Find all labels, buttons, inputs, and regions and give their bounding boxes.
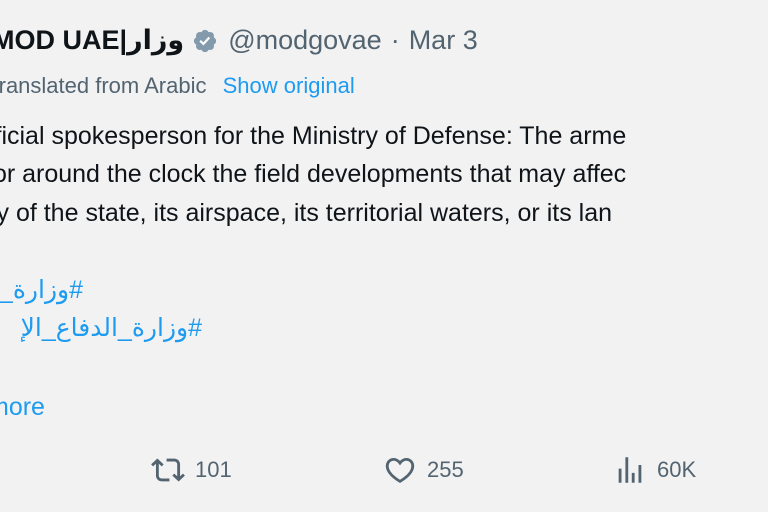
like-count: 255 (427, 457, 464, 482)
translation-bar: Translated from Arabic Show original (0, 71, 355, 101)
tweet-actions: 101 255 60K (0, 448, 768, 492)
show-original-link[interactable]: Show original (223, 73, 355, 98)
body-line: fficial spokesperson for the Ministry of… (0, 122, 627, 150)
like-button[interactable]: 255 (383, 448, 464, 492)
heart-icon (385, 457, 415, 483)
verified-badge-icon (192, 27, 218, 53)
translated-label: Translated from Arabic (0, 73, 207, 98)
tweet: MOD UAE|وزار @modgovae · Mar 3 Translate… (0, 0, 768, 512)
author-handle[interactable]: @modgovae (228, 22, 382, 58)
views-chart-icon (618, 457, 642, 483)
retweet-count: 101 (195, 457, 232, 482)
author-display-name[interactable]: MOD UAE|وزار (0, 22, 184, 58)
hashtag-link[interactable]: #وزارة_الدفاع_الإ (21, 309, 202, 347)
body-line: tor around the clock the field developme… (0, 160, 627, 188)
views-button[interactable]: 60K (613, 448, 696, 492)
hashtag-link[interactable]: #وزارة_ (0, 271, 83, 309)
views-count: 60K (657, 457, 697, 482)
show-more-link[interactable]: more (0, 388, 45, 426)
body-line: ity of the state, its airspace, its terr… (0, 199, 613, 227)
retweet-icon (151, 458, 185, 482)
retweet-button[interactable]: 101 (151, 448, 232, 492)
separator-dot: · (390, 25, 400, 55)
tweet-header: MOD UAE|وزار @modgovae · Mar 3 (0, 22, 478, 58)
tweet-date[interactable]: Mar 3 (409, 22, 478, 58)
